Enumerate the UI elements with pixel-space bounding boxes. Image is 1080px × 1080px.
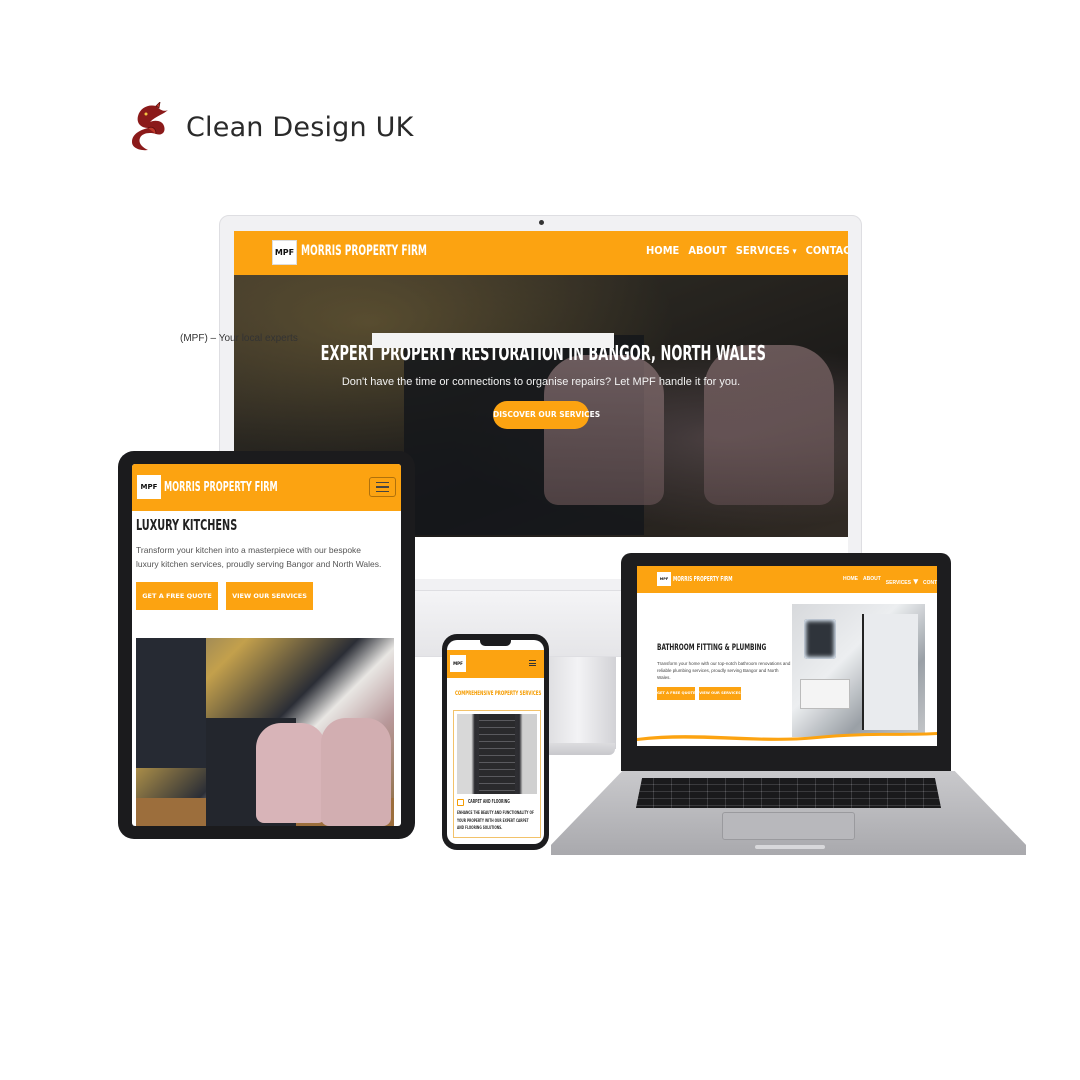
hero-subtitle: Don't have the time or connections to or… [341,376,741,388]
section-heading: COMPREHENSIVE PROPERTY SERVICES [455,689,542,697]
site-name[interactable]: MORRIS PROPERTY FIRM [301,243,427,259]
nav-contact-dropdown[interactable]: CONTACT [806,244,848,257]
carpet-runner [479,714,515,794]
site-logo[interactable]: MPF [137,475,161,499]
nav-services-dropdown[interactable]: SERVICES [886,576,918,587]
nav-home[interactable]: HOME [646,244,679,257]
site-name[interactable]: MORRIS PROPERTY FIRM [164,480,278,495]
laptop-hinge-notch [755,845,825,849]
kitchen-photo [136,638,394,826]
dragon-logo-icon [132,102,168,151]
tablet-navbar: MPF MORRIS PROPERTY FIRM [132,464,401,511]
site-logo[interactable]: MPF [272,240,297,265]
stairs-carpet-photo [457,714,537,794]
laptop-screen: MPF MORRIS PROPERTY FIRM HOME ABOUT SERV… [637,566,937,746]
brand-header: Clean Design UK [126,102,413,152]
section-text: Transform your kitchen into a masterpiec… [136,545,382,569]
tagline-panel [372,333,614,348]
card-title: CARPET AND FLOORING [468,799,510,805]
phone-screen: MPF COMPREHENSIVE PROPERTY SERVICES CARP… [447,640,544,844]
service-card[interactable]: CARPET AND FLOORING ENHANCE THE BEAUTY A… [453,710,541,838]
kitchen-chair [256,723,326,823]
card-text: ENHANCE THE BEAUTY AND FUNCTIONALITY OF … [457,810,534,830]
kitchen-chair [321,718,391,826]
orange-wave-divider [637,732,937,746]
bathroom-mirror [804,619,836,659]
view-services-button[interactable]: VIEW OUR SERVICES [226,582,313,610]
nav-home[interactable]: HOME [843,576,858,587]
phone-device: MPF COMPREHENSIVE PROPERTY SERVICES CARP… [442,634,549,850]
tagline-text: (MPF) – Your local experts [180,333,298,344]
desktop-menu: HOME ABOUT SERVICES CONTACT [646,244,848,257]
bathroom-vanity [800,679,850,709]
site-logo[interactable]: MPF [450,655,466,672]
section-title: LUXURY KITCHENS [136,516,238,534]
monitor-stand [540,657,616,749]
hamburger-icon[interactable] [369,477,396,497]
nav-services-dropdown[interactable]: SERVICES [736,244,797,257]
view-services-button[interactable]: VIEW OUR SERVICES [699,687,741,700]
discover-services-button[interactable]: DISCOVER OUR SERVICES [493,401,600,429]
section-text: Transform your home with our top-notch b… [657,661,791,680]
nav-about[interactable]: ABOUT [863,576,881,587]
nav-about[interactable]: ABOUT [688,244,726,257]
bathroom-shower [862,614,918,730]
camera-dot [539,220,544,225]
nav-contact-dropdown[interactable]: CONTACT [923,576,937,587]
brand-name: Clean Design UK [186,111,414,143]
free-quote-button[interactable]: GET A FREE QUOTE [136,582,218,610]
tablet-device: MPF MORRIS PROPERTY FIRM LUXURY KITCHENS… [118,451,415,839]
flooring-icon [457,799,464,806]
phone-navbar: MPF [447,650,544,678]
laptop-trackpad [722,812,855,840]
hamburger-icon[interactable] [529,660,536,666]
bathroom-photo [792,604,925,737]
site-logo[interactable]: MPF [657,572,671,586]
keyboard-rows [636,778,941,808]
laptop-menu: HOME ABOUT SERVICES CONTACT [843,576,937,587]
laptop-navbar: MPF MORRIS PROPERTY FIRM HOME ABOUT SERV… [637,566,937,593]
desktop-navbar: MPF MORRIS PROPERTY FIRM HOME ABOUT SERV… [234,231,848,275]
tablet-screen: MPF MORRIS PROPERTY FIRM LUXURY KITCHENS… [132,464,401,826]
phone-notch [480,640,511,646]
section-title: BATHROOM FITTING & PLUMBING [657,643,767,653]
laptop-device: MPF MORRIS PROPERTY FIRM HOME ABOUT SERV… [621,553,951,771]
kitchen-cabinet [136,638,206,768]
free-quote-button[interactable]: GET A FREE QUOTE [657,687,695,700]
site-name[interactable]: MORRIS PROPERTY FIRM [673,575,732,583]
